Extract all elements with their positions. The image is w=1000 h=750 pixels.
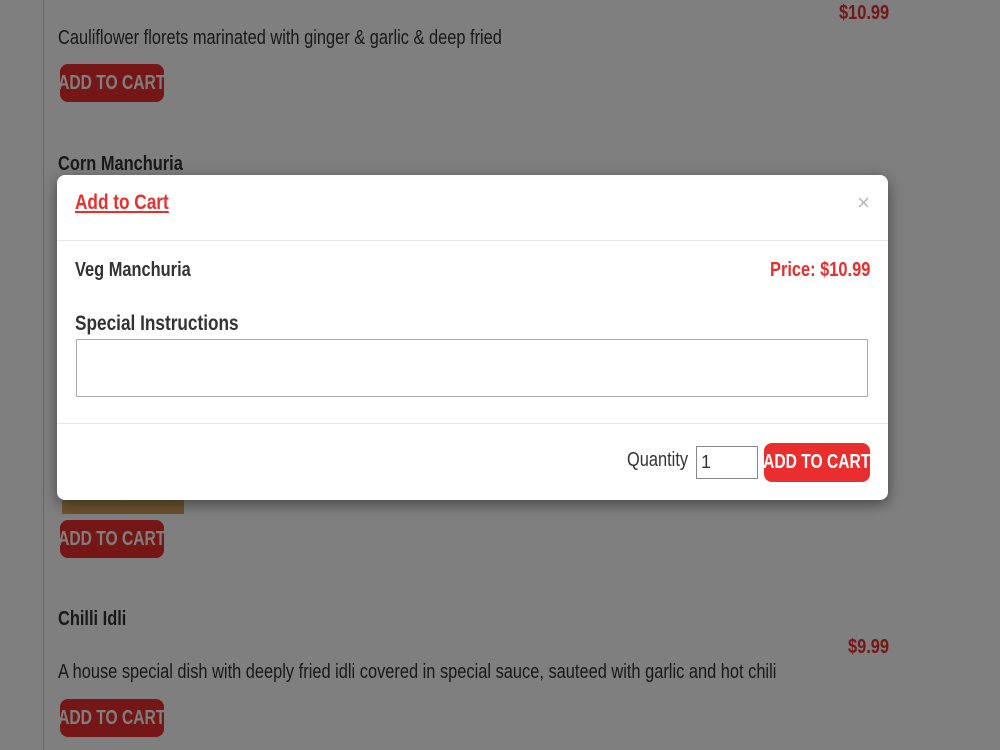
modal-item-price: Price: $10.99	[769, 259, 870, 281]
modal-add-to-cart-label: ADD TO CART	[763, 451, 871, 473]
modal-title[interactable]: Add to Cart	[75, 191, 169, 215]
special-instructions-label: Special Instructions	[75, 312, 239, 335]
quantity-input[interactable]	[696, 446, 758, 479]
modal-header-divider	[57, 240, 888, 241]
modal-item-name: Veg Manchuria	[75, 259, 191, 281]
quantity-label: Quantity	[627, 449, 689, 471]
modal-add-to-cart-button[interactable]: ADD TO CART	[763, 443, 871, 482]
special-instructions-field[interactable]	[76, 339, 868, 397]
modal-footer-divider	[57, 423, 888, 424]
add-to-cart-modal: Add to Cart × Veg Manchuria Price: $10.9…	[57, 175, 888, 500]
close-icon[interactable]: ×	[857, 192, 870, 214]
